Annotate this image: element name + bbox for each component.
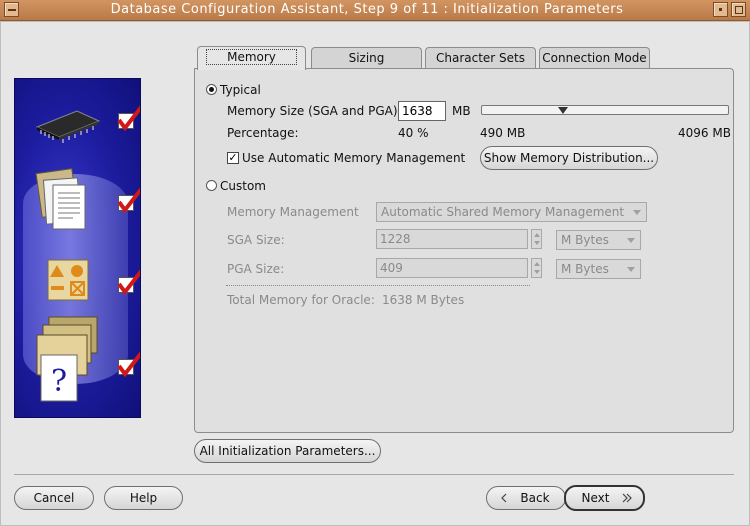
sga-size-spinner[interactable] [531, 229, 542, 249]
pga-unit-select[interactable]: M Bytes [556, 259, 641, 279]
typical-label: Typical [220, 83, 261, 97]
sga-size-label: SGA Size: [227, 233, 285, 247]
pga-size-spinner[interactable] [531, 258, 542, 278]
back-button[interactable]: Back [486, 486, 566, 510]
shapes-icon [47, 259, 89, 301]
sga-unit-select[interactable]: M Bytes [556, 230, 641, 250]
tab-sizing[interactable]: Sizing [311, 47, 422, 69]
custom-label: Custom [220, 179, 266, 193]
memory-management-label: Memory Management [227, 205, 359, 219]
next-button[interactable]: Next [564, 485, 645, 511]
sga-unit-value: M Bytes [561, 233, 609, 247]
show-memory-distribution-button[interactable]: Show Memory Distribution... [480, 146, 658, 170]
auto-memory-label: Use Automatic Memory Management [242, 151, 466, 165]
title-bar[interactable]: Database Configuration Assistant, Step 9… [0, 0, 750, 21]
memory-size-input[interactable]: 1638 [398, 101, 446, 121]
step-checkbox-2 [117, 187, 140, 214]
percentage-value: 40 % [398, 126, 429, 140]
next-label: Next [581, 491, 610, 505]
memory-size-label: Memory Size (SGA and PGA): [227, 104, 402, 118]
chevron-right-icon [622, 493, 632, 503]
checkmark-icon [117, 351, 140, 378]
all-initialization-parameters-button[interactable]: All Initialization Parameters... [194, 439, 381, 463]
help-button[interactable]: Help [104, 486, 183, 510]
typical-radio[interactable] [206, 84, 217, 95]
step-checkbox-1 [117, 105, 140, 132]
tab-character-sets[interactable]: Character Sets [425, 47, 536, 69]
memory-management-value: Automatic Shared Memory Management [381, 205, 625, 219]
memory-size-unit: MB [452, 104, 471, 118]
slider-max-label: 4096 MB [678, 126, 731, 140]
total-memory-label: Total Memory for Oracle: [227, 293, 375, 307]
memory-slider[interactable] [481, 105, 729, 115]
cancel-button[interactable]: Cancel [14, 486, 94, 510]
folders-help-icon: ? [36, 316, 98, 402]
footer-divider [14, 474, 734, 475]
tab-memory[interactable]: Memory [197, 46, 306, 70]
back-label: Back [520, 491, 550, 505]
step-checkbox-3 [117, 269, 140, 296]
memory-management-select[interactable]: Automatic Shared Memory Management [376, 202, 647, 222]
chevron-down-icon [627, 238, 635, 243]
window-menu-button[interactable] [4, 2, 19, 17]
checkmark-icon [117, 187, 140, 214]
custom-radio[interactable] [206, 180, 217, 191]
total-memory-value: 1638 M Bytes [382, 293, 465, 307]
slider-thumb[interactable] [558, 107, 568, 114]
maximize-button[interactable] [731, 2, 746, 17]
step-illustration: ? [14, 78, 141, 418]
step-checkbox-4 [117, 351, 140, 378]
slider-min-label: 490 MB [480, 126, 526, 140]
minimize-button[interactable] [713, 2, 728, 17]
window-title: Database Configuration Assistant, Step 9… [110, 2, 624, 17]
auto-memory-checkbox[interactable]: ✓ [227, 152, 239, 164]
documents-icon [35, 168, 86, 230]
checkmark-icon [117, 105, 140, 132]
pga-unit-value: M Bytes [561, 262, 609, 276]
separator [226, 285, 530, 286]
pga-size-input[interactable]: 409 [376, 258, 528, 278]
checkmark-icon [117, 269, 140, 296]
memory-panel [194, 68, 734, 433]
memory-chip-icon [35, 110, 101, 143]
svg-text:?: ? [51, 364, 67, 399]
tab-connection-mode[interactable]: Connection Mode [539, 47, 650, 69]
sga-size-input[interactable]: 1228 [376, 229, 528, 249]
percentage-label: Percentage: [227, 126, 299, 140]
chevron-left-icon [501, 493, 507, 503]
pga-size-label: PGA Size: [227, 262, 285, 276]
chevron-down-icon [627, 267, 635, 272]
chevron-down-icon [633, 210, 641, 215]
